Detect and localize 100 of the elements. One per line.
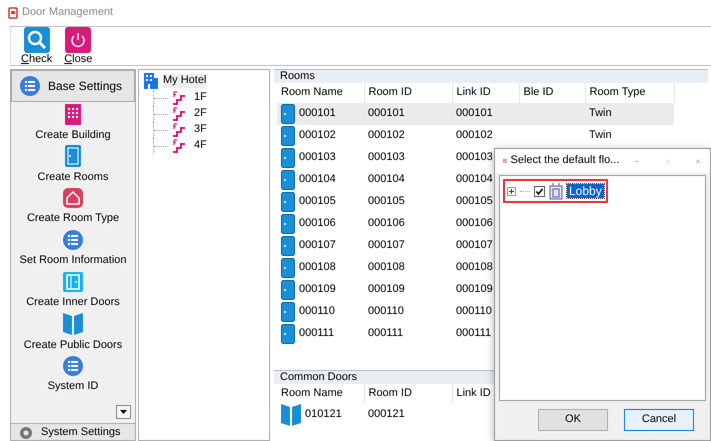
- table-cell: 000108: [368, 261, 405, 274]
- stairs-icon: [172, 139, 186, 153]
- table-cell: 000107: [299, 239, 336, 253]
- table-cell: 000108: [456, 261, 493, 274]
- table-cell: 000107: [456, 239, 493, 252]
- table-cell: Twin: [589, 107, 612, 120]
- table-cell: 000106: [456, 217, 493, 230]
- house-icon: [63, 188, 83, 208]
- tree-item[interactable]: 3F: [190, 123, 207, 137]
- tree-item[interactable]: 4F: [190, 139, 207, 153]
- table-cell: 000102: [368, 129, 405, 142]
- door-icon: [281, 214, 295, 234]
- list-icon: [63, 356, 83, 376]
- table-cell: 000101: [368, 107, 405, 120]
- building-icon: [64, 103, 82, 126]
- door-icon: [281, 148, 295, 168]
- caret-icon: [120, 410, 127, 414]
- table-cell: 000108: [299, 261, 336, 275]
- door-icon: [281, 302, 295, 322]
- table-cell: 000105: [299, 195, 336, 209]
- table-cell: 000111: [299, 327, 334, 341]
- tree-item[interactable]: 1F: [190, 91, 207, 105]
- section-header[interactable]: Base Settings: [11, 70, 135, 102]
- search-icon: [24, 26, 50, 53]
- table-cell: 000105: [368, 195, 405, 208]
- dropdown-button[interactable]: [116, 405, 131, 419]
- list-icon: [20, 76, 40, 96]
- door-icon: [281, 236, 295, 256]
- table-cell: 000107: [368, 239, 405, 252]
- tree-item[interactable]: 2F: [190, 107, 207, 121]
- double-door-icon: [281, 404, 301, 426]
- list-icon: [63, 230, 83, 250]
- ok-button[interactable]: OK: [538, 409, 608, 431]
- dialog-title: Select the default flo...: [510, 154, 620, 168]
- table-cell: 000101: [456, 107, 493, 120]
- table-cell: 000110: [456, 305, 492, 318]
- table-cell: 000102: [456, 129, 493, 142]
- table-cell: 010121: [305, 408, 342, 422]
- table-cell: 000110: [368, 305, 404, 318]
- stairs-icon: [172, 123, 186, 137]
- elevator-icon: [549, 182, 563, 200]
- column-header[interactable]: Ble ID: [524, 86, 554, 98]
- door-icon: [281, 170, 295, 190]
- table-cell: 000101: [299, 107, 336, 121]
- tree-item[interactable]: Lobby: [567, 184, 604, 198]
- tree-item[interactable]: My Hotel: [163, 74, 206, 88]
- column-header[interactable]: Room ID: [368, 387, 412, 400]
- group-title: Rooms: [280, 70, 315, 84]
- window-title: Door Management: [22, 6, 114, 20]
- table-cell: 000103: [299, 151, 336, 165]
- column-header[interactable]: Link ID: [456, 387, 491, 400]
- table-cell: 000109: [299, 283, 336, 297]
- table-cell: 000105: [456, 195, 493, 208]
- nav-item[interactable]: Create Inner Doors: [11, 270, 135, 312]
- door-icon: [281, 192, 295, 212]
- table-cell: 000106: [299, 217, 336, 231]
- stairs-icon: [172, 91, 186, 105]
- section-header[interactable]: System Settings: [11, 423, 135, 440]
- door-icon: [65, 145, 81, 168]
- expand-icon: [507, 186, 516, 196]
- table-cell: 000102: [299, 129, 336, 143]
- nav-item[interactable]: Create Public Doors: [11, 312, 135, 354]
- group-title: Common Doors: [280, 370, 358, 384]
- table-cell: 000109: [456, 283, 493, 296]
- nav-item[interactable]: Create Room Type: [11, 186, 135, 228]
- building-icon: [143, 72, 159, 90]
- table-cell: 000121: [368, 408, 405, 420]
- power-icon: [65, 26, 92, 53]
- table-cell: 000104: [456, 173, 493, 186]
- column-header[interactable]: Room ID: [368, 86, 412, 98]
- door-icon: [281, 126, 295, 146]
- table-cell: 000104: [368, 173, 405, 186]
- door-icon: [281, 280, 295, 300]
- nav-item[interactable]: Create Building: [11, 102, 135, 144]
- table-cell: 000106: [368, 217, 405, 230]
- stairs-icon: [172, 107, 186, 121]
- table-cell: 000103: [456, 151, 493, 164]
- table-cell: 000110: [299, 305, 335, 319]
- table-cell: 000104: [299, 173, 336, 187]
- table-cell: 000103: [368, 151, 405, 164]
- column-header[interactable]: Room Type: [590, 86, 646, 98]
- table-cell: Twin: [589, 129, 612, 142]
- column-header[interactable]: Link ID: [456, 86, 491, 98]
- toolbar-button[interactable]: Check: [19, 26, 54, 66]
- checkbox[interactable]: [534, 186, 545, 196]
- double-door-icon: [63, 313, 83, 336]
- toolbar-button[interactable]: Close: [62, 26, 94, 66]
- column-header[interactable]: Room Name: [281, 86, 343, 98]
- door-icon: [281, 324, 295, 344]
- nav-item[interactable]: System ID: [11, 354, 135, 396]
- app-logo-icon: [8, 7, 18, 19]
- table-cell: 000109: [368, 283, 405, 296]
- door-icon: [63, 272, 83, 292]
- table-cell: 000111: [456, 327, 492, 340]
- cancel-button[interactable]: Cancel: [624, 409, 694, 431]
- nav-item[interactable]: Set Room Information: [11, 228, 135, 270]
- column-header[interactable]: Room Name: [281, 387, 343, 400]
- nav-item[interactable]: Create Rooms: [11, 144, 135, 186]
- table-cell: 000111: [368, 327, 404, 340]
- door-icon: [281, 258, 295, 278]
